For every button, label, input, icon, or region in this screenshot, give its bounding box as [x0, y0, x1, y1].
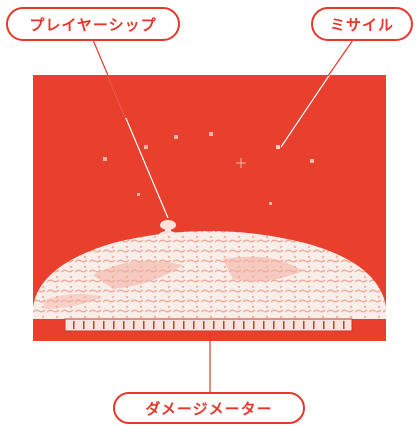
missile: [174, 135, 178, 139]
leader-missile-outer: [327, 39, 354, 77]
star-field: [103, 132, 314, 205]
callout-player-ship: プレイヤーシップ: [6, 7, 180, 41]
missile: [276, 145, 280, 149]
game-screen-canvas: [33, 132, 386, 332]
missile: [144, 145, 148, 149]
callout-damage-meter-text: ダメージメーター: [145, 399, 273, 418]
earth: [33, 231, 386, 319]
crosshair-sparkle: [236, 158, 246, 168]
callout-damage-meter: ダメージメーター: [113, 392, 305, 424]
game-screen: [33, 75, 386, 341]
missile: [269, 202, 272, 205]
missile: [209, 132, 213, 136]
callout-missile: ミサイル: [311, 7, 413, 41]
callout-missile-text: ミサイル: [329, 15, 394, 34]
damage-meter: [64, 318, 353, 332]
missile: [137, 193, 140, 196]
callout-player-ship-text: プレイヤーシップ: [29, 15, 157, 34]
missile: [310, 159, 314, 163]
missile: [103, 157, 107, 161]
